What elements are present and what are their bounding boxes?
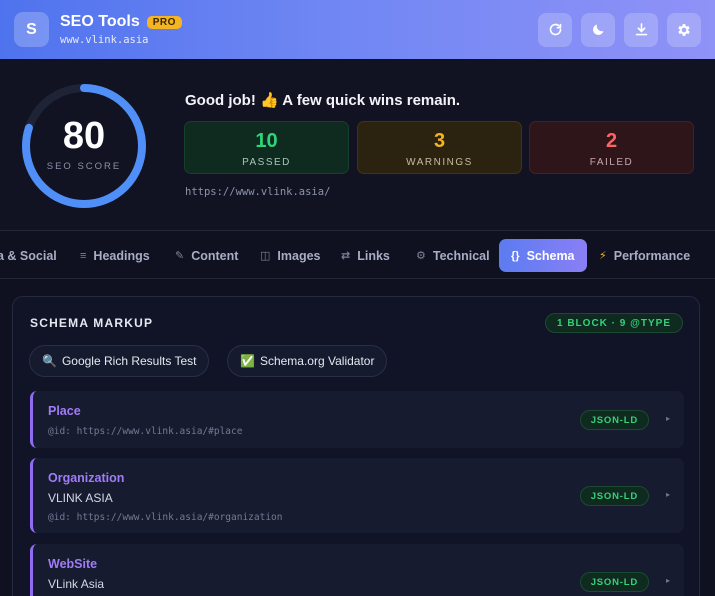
theme-toggle-button[interactable] [581, 12, 615, 47]
braces-icon: {} [511, 249, 520, 262]
settings-button[interactable] [667, 12, 701, 47]
schema-count-badge: 1 BLOCK · 9 @TYPE [545, 313, 683, 333]
magnifier-icon: 🔍 [42, 354, 57, 368]
score-section: 80 SEO SCORE Good job! 👍 A few quick win… [0, 59, 715, 231]
image-icon: ◫ [260, 250, 271, 262]
refresh-icon [549, 23, 561, 36]
tab-label: Links [357, 248, 390, 263]
tab-content[interactable]: ✎ Content [175, 239, 238, 272]
tab-label: a & Social [0, 248, 57, 263]
tab-images[interactable]: ◫ Images [260, 239, 321, 272]
tab-links[interactable]: ⇄ Links [341, 239, 390, 272]
schema-item-website[interactable]: WebSite VLink Asia JSON-LD ▸ [30, 544, 684, 596]
failed-stat: 2 FAILED [529, 121, 694, 174]
schema-name: VLink Asia [48, 577, 105, 591]
score-label: SEO SCORE [46, 161, 122, 172]
schema-type: Place [48, 404, 81, 418]
schema-type: Organization [48, 471, 125, 485]
schema-panel: SCHEMA MARKUP 1 BLOCK · 9 @TYPE 🔍 Google… [12, 296, 700, 596]
logo-letter: S [26, 20, 37, 38]
app-header: S SEO Tools PRO www.vlink.asia [0, 0, 715, 59]
download-button[interactable] [624, 12, 658, 47]
tab-schema[interactable]: {} Schema [499, 239, 587, 272]
jsonld-badge: JSON-LD [579, 410, 649, 430]
button-label: Google Rich Results Test [61, 354, 197, 368]
gear-icon [678, 23, 690, 36]
schema-id: @id: https://www.vlink.asia/#place [48, 426, 243, 437]
pencil-icon: ✎ [175, 250, 185, 262]
warnings-count: 3 [433, 130, 446, 152]
jsonld-badge: JSON-LD [579, 486, 649, 506]
brand: SEO Tools PRO www.vlink.asia [60, 13, 182, 46]
gear-icon: ⚙ [416, 250, 426, 262]
schema-item-organization[interactable]: Organization VLINK ASIA @id: https://www… [30, 458, 684, 533]
tab-headings[interactable]: ≡ Headings [80, 239, 150, 272]
tab-bar: a & Social ≡ Headings ✎ Content ◫ Images… [0, 231, 715, 279]
tab-label: Images [277, 248, 321, 263]
list-icon: ≡ [80, 249, 87, 262]
download-icon [635, 23, 647, 36]
expand-arrow-icon[interactable]: ▸ [666, 414, 670, 423]
schema-item-place[interactable]: Place @id: https://www.vlink.asia/#place… [30, 391, 684, 448]
tab-label: Content [191, 248, 239, 263]
failed-label: FAILED [589, 157, 634, 168]
refresh-button[interactable] [538, 12, 572, 47]
page-url: https://www.vlink.asia/ [185, 186, 331, 198]
score-value: 80 [62, 115, 106, 157]
tab-performance[interactable]: ⚡ Performance [599, 239, 690, 272]
site-url: www.vlink.asia [60, 34, 149, 46]
tab-label: Performance [613, 248, 691, 263]
passed-stat: 10 PASSED [184, 121, 349, 174]
schema-type: WebSite [48, 557, 98, 571]
score-summary: Good job! 👍 A few quick wins remain. [185, 92, 461, 109]
schema-validator-button[interactable]: ✅ Schema.org Validator [227, 345, 388, 377]
tab-label: Technical [432, 248, 490, 263]
app-logo: S [14, 12, 49, 47]
jsonld-badge: JSON-LD [579, 572, 649, 592]
rich-results-test-button[interactable]: 🔍 Google Rich Results Test [29, 345, 210, 377]
passed-count: 10 [255, 130, 278, 152]
warnings-stat: 3 WARNINGS [357, 121, 522, 174]
warnings-label: WARNINGS [406, 157, 473, 168]
app-title: SEO Tools [60, 13, 140, 30]
link-icon: ⇄ [341, 250, 351, 262]
moon-icon [592, 24, 603, 35]
schema-name: VLINK ASIA [48, 491, 113, 505]
passed-label: PASSED [242, 157, 291, 168]
expand-arrow-icon[interactable]: ▸ [666, 490, 670, 499]
tab-label: Headings [93, 248, 150, 263]
button-label: Schema.org Validator [259, 354, 375, 368]
expand-arrow-icon[interactable]: ▸ [666, 576, 670, 585]
check-icon: ✅ [240, 354, 255, 368]
pro-badge: PRO [146, 15, 182, 29]
schema-id: @id: https://www.vlink.asia/#organizatio… [48, 512, 283, 523]
tab-label: Schema [526, 248, 575, 263]
failed-count: 2 [605, 130, 618, 152]
lightning-icon: ⚡ [599, 250, 607, 262]
tab-technical[interactable]: ⚙ Technical [416, 239, 490, 272]
panel-title: SCHEMA MARKUP [30, 316, 154, 330]
tab-meta-social[interactable]: a & Social [0, 239, 57, 272]
